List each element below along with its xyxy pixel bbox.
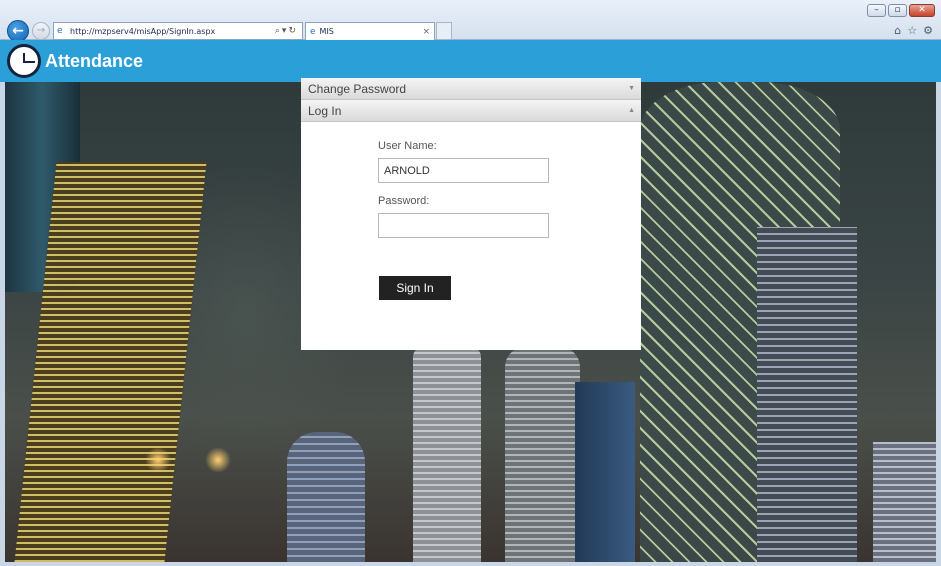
change-password-label: Change Password: [308, 81, 407, 96]
home-icon[interactable]: ⌂: [894, 24, 901, 37]
ie-tab-icon: e: [310, 26, 316, 37]
login-form: User Name: Password: Sign In: [301, 122, 641, 350]
clock-logo-icon: [7, 44, 41, 78]
address-bar[interactable]: e http://mzpserv4/misApp/SignIn.aspx ⌕▾↻: [53, 22, 303, 40]
chevron-down-icon: ▼: [628, 85, 635, 92]
minimize-button[interactable]: –: [867, 4, 886, 17]
browser-tab[interactable]: e MIS ×: [305, 22, 435, 40]
username-label: User Name:: [378, 140, 437, 152]
chevron-up-icon: ▲: [628, 107, 635, 114]
favorites-star-icon[interactable]: ☆: [907, 24, 917, 37]
sign-in-button[interactable]: Sign In: [379, 276, 451, 300]
ie-page-icon: e: [57, 26, 63, 36]
username-input[interactable]: [378, 158, 549, 183]
browser-toolbar-icons: ⌂ ☆ ⚙: [894, 24, 933, 37]
frame-right: [936, 82, 941, 562]
change-password-header[interactable]: Change Password ▼: [301, 78, 641, 100]
gear-icon[interactable]: ⚙: [923, 24, 933, 37]
frame-left: [0, 82, 5, 562]
forward-arrow-icon[interactable]: →: [32, 22, 50, 40]
frame-bottom: [0, 562, 941, 566]
log-in-header[interactable]: Log In ▲: [301, 100, 641, 122]
tab-title: MIS: [319, 27, 334, 36]
tab-close-icon[interactable]: ×: [422, 27, 434, 37]
window-controls: – ▫ ✕: [867, 4, 935, 17]
address-url[interactable]: http://mzpserv4/misApp/SignIn.aspx: [70, 27, 275, 36]
log-in-label: Log In: [308, 103, 342, 118]
password-label: Password:: [378, 195, 430, 207]
search-refresh-icons[interactable]: ⌕▾↻: [275, 26, 302, 36]
app-header: Attendance: [0, 40, 941, 82]
back-arrow-icon[interactable]: ←: [7, 20, 29, 42]
password-input[interactable]: [378, 213, 549, 238]
browser-chrome: – ▫ ✕ ← → e http://mzpserv4/misApp/SignI…: [0, 0, 941, 42]
login-panel: Change Password ▼ Log In ▲ User Name: Pa…: [301, 78, 641, 350]
new-tab-button[interactable]: [436, 22, 452, 40]
close-window-button[interactable]: ✕: [909, 4, 935, 17]
restore-button[interactable]: ▫: [888, 4, 907, 17]
app-title: Attendance: [45, 50, 144, 71]
